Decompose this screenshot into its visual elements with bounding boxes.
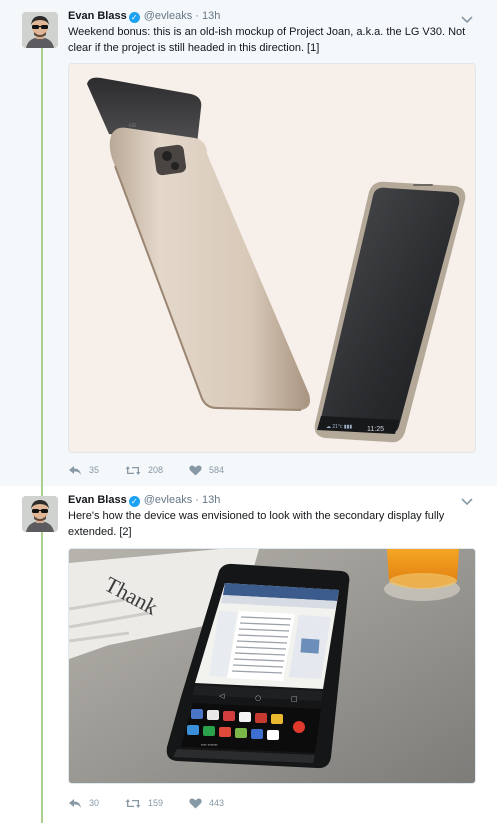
retweet-count: 159 [148,798,164,808]
tweet-actions: 30 159 443 [68,795,250,811]
thread-line [41,46,43,486]
tweet-text: Here's how the device was envisioned to … [68,510,445,538]
like-button[interactable]: 443 [189,797,225,809]
author-handle[interactable]: @evleaks [144,10,192,22]
reply-count: 35 [89,465,100,475]
tweet-text: Weekend bonus: this is an old-ish mockup… [68,26,466,54]
reply-button[interactable]: 35 [68,465,99,476]
avatar[interactable] [22,12,58,48]
reply-icon [69,798,81,808]
svg-text:◁: ◁ [219,692,225,700]
tweet-1[interactable]: Evan Blass ✓ @evleaks · 13h Weekend bonus… [0,0,497,486]
screen-clock: 11:25 [367,426,384,433]
retweet-button[interactable]: 208 [125,465,163,476]
like-button[interactable]: 584 [189,464,225,476]
tweet-2[interactable]: Evan Blass ✓ @evleaks · 13h Here's how th… [0,486,497,823]
avatar[interactable] [22,496,58,532]
separator: · [195,10,199,22]
tweet-media-image[interactable]: Thank ◁ ○ □ ▪▪▪▪ ▪▪▪▪▪▪▪ [68,548,476,784]
chevron-down-icon[interactable] [461,12,473,24]
author-name[interactable]: Evan Blass [68,494,127,506]
svg-text:○: ○ [255,694,261,702]
verified-badge-icon: ✓ [128,496,140,507]
verified-badge-icon: ✓ [128,12,140,23]
separator: · [195,494,199,506]
timestamp[interactable]: 13h [202,10,220,22]
author-handle[interactable]: @evleaks [144,494,192,506]
heart-icon [189,464,202,475]
phone-mockup-image: LG ☁ 21°c ▮▮▮ 11:25 [87,77,466,443]
author-name[interactable]: Evan Blass [68,10,127,22]
retweet-count: 208 [148,465,164,475]
svg-text:☁ 21°c ▮▮▮: ☁ 21°c ▮▮▮ [326,424,352,430]
retweet-icon [125,465,141,475]
reply-count: 30 [89,798,100,808]
tweet-media-image[interactable]: LG ☁ 21°c ▮▮▮ 11:25 [68,63,476,453]
reply-icon [69,465,81,475]
retweet-button[interactable]: 159 [125,798,163,809]
chevron-down-icon[interactable] [461,494,473,506]
timestamp[interactable]: 13h [202,494,220,506]
svg-text:LG: LG [129,122,137,129]
like-count: 584 [209,465,225,475]
heart-icon [189,797,202,808]
thread-line [41,486,43,823]
phone-extended-image: Thank ◁ ○ □ ▪▪▪▪ ▪▪▪▪▪▪▪ [69,549,475,783]
avatar-image [22,12,58,48]
tweet-header: Evan Blass ✓ @evleaks · 13h [68,493,220,507]
like-count: 443 [209,798,225,808]
retweet-icon [125,798,141,808]
avatar-image [22,496,58,532]
reply-button[interactable]: 30 [68,798,99,809]
svg-text:▪▪▪▪ ▪▪▪▪▪▪▪: ▪▪▪▪ ▪▪▪▪▪▪▪ [201,742,218,747]
tweet-actions: 35 208 584 [68,462,250,478]
svg-text:□: □ [291,695,298,703]
tweet-header: Evan Blass ✓ @evleaks · 13h [68,9,220,23]
